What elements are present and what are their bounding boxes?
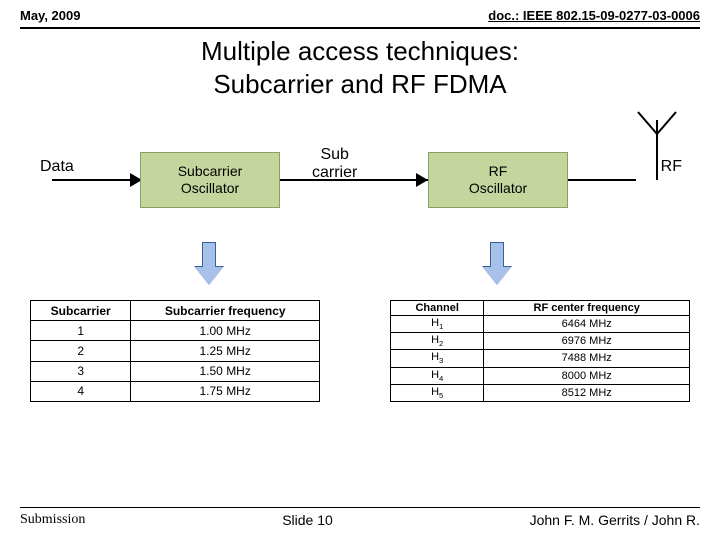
subcarrier-table: Subcarrier Subcarrier frequency 11.00 MH… — [30, 300, 320, 402]
block-subcarrier-oscillator: Subcarrier Oscillator — [140, 152, 280, 208]
cell-text: H — [431, 386, 439, 398]
cell-text: H — [431, 317, 439, 329]
cell-sub: 4 — [439, 374, 443, 383]
label-sub-l1: Sub — [320, 146, 348, 163]
block-text: RF — [489, 163, 508, 180]
cell-text: H — [431, 351, 439, 363]
col-header: Channel — [391, 301, 484, 316]
signal-diagram: Data Sub carrier RF Subcarrier Oscillato… — [20, 110, 700, 300]
block-text: Oscillator — [469, 180, 527, 197]
wire — [280, 179, 428, 181]
down-arrow-icon — [195, 242, 223, 286]
footer-rule — [20, 507, 700, 508]
cell: 6976 MHz — [484, 333, 690, 350]
cell: 8000 MHz — [484, 367, 690, 384]
footer-mid: Slide 10 — [282, 512, 333, 528]
label-rf: RF — [661, 158, 682, 176]
cell: 8512 MHz — [484, 384, 690, 401]
header-date: May, 2009 — [20, 8, 80, 23]
cell: H5 — [391, 384, 484, 401]
table-row: H16464 MHz — [391, 316, 690, 333]
cell-text: H — [431, 334, 439, 346]
wire — [52, 179, 140, 181]
table-row: 11.00 MHz — [31, 321, 320, 341]
block-text: Oscillator — [181, 180, 239, 197]
label-data: Data — [40, 158, 74, 176]
cell: 3 — [31, 361, 131, 381]
title-line1: Multiple access techniques: — [201, 36, 519, 66]
col-header: RF center frequency — [484, 301, 690, 316]
cell: H2 — [391, 333, 484, 350]
table-header-row: Channel RF center frequency — [391, 301, 690, 316]
col-header: Subcarrier — [31, 301, 131, 321]
footer: Submission Slide 10 John F. M. Gerrits /… — [20, 507, 700, 528]
arrow-icon — [416, 173, 428, 187]
col-header: Subcarrier frequency — [131, 301, 320, 321]
cell: H4 — [391, 367, 484, 384]
table-row: H37488 MHz — [391, 350, 690, 367]
cell: 6464 MHz — [484, 316, 690, 333]
table-row: H26976 MHz — [391, 333, 690, 350]
down-arrow-icon — [483, 242, 511, 286]
table-row: 41.75 MHz — [31, 381, 320, 401]
tables-row: Subcarrier Subcarrier frequency 11.00 MH… — [0, 300, 720, 402]
footer-left: Submission — [20, 512, 85, 528]
cell: 1 — [31, 321, 131, 341]
label-subcarrier: Sub carrier — [312, 146, 357, 182]
table-row: 21.25 MHz — [31, 341, 320, 361]
cell-sub: 1 — [439, 322, 443, 331]
cell: H3 — [391, 350, 484, 367]
cell: 1.25 MHz — [131, 341, 320, 361]
table-row: H58512 MHz — [391, 384, 690, 401]
cell: 1.75 MHz — [131, 381, 320, 401]
wire — [568, 179, 636, 181]
cell-text: H — [431, 369, 439, 381]
footer-right: John F. M. Gerrits / John R. — [530, 512, 700, 528]
cell-sub: 2 — [439, 339, 443, 348]
table-row: H48000 MHz — [391, 367, 690, 384]
block-text: Subcarrier — [178, 163, 243, 180]
cell: 1.00 MHz — [131, 321, 320, 341]
cell-sub: 5 — [439, 391, 443, 400]
rf-channel-table: Channel RF center frequency H16464 MHz H… — [390, 300, 690, 402]
block-rf-oscillator: RF Oscillator — [428, 152, 568, 208]
title-line2: Subcarrier and RF FDMA — [213, 69, 506, 99]
header: May, 2009 doc.: IEEE 802.15-09-0277-03-0… — [0, 0, 720, 27]
cell-sub: 3 — [439, 357, 443, 366]
table-row: 31.50 MHz — [31, 361, 320, 381]
header-doc: doc.: IEEE 802.15-09-0277-03-0006 — [488, 8, 700, 23]
cell: H1 — [391, 316, 484, 333]
cell: 1.50 MHz — [131, 361, 320, 381]
page-title: Multiple access techniques: Subcarrier a… — [0, 29, 720, 110]
cell: 2 — [31, 341, 131, 361]
cell: 4 — [31, 381, 131, 401]
cell: 7488 MHz — [484, 350, 690, 367]
table-header-row: Subcarrier Subcarrier frequency — [31, 301, 320, 321]
